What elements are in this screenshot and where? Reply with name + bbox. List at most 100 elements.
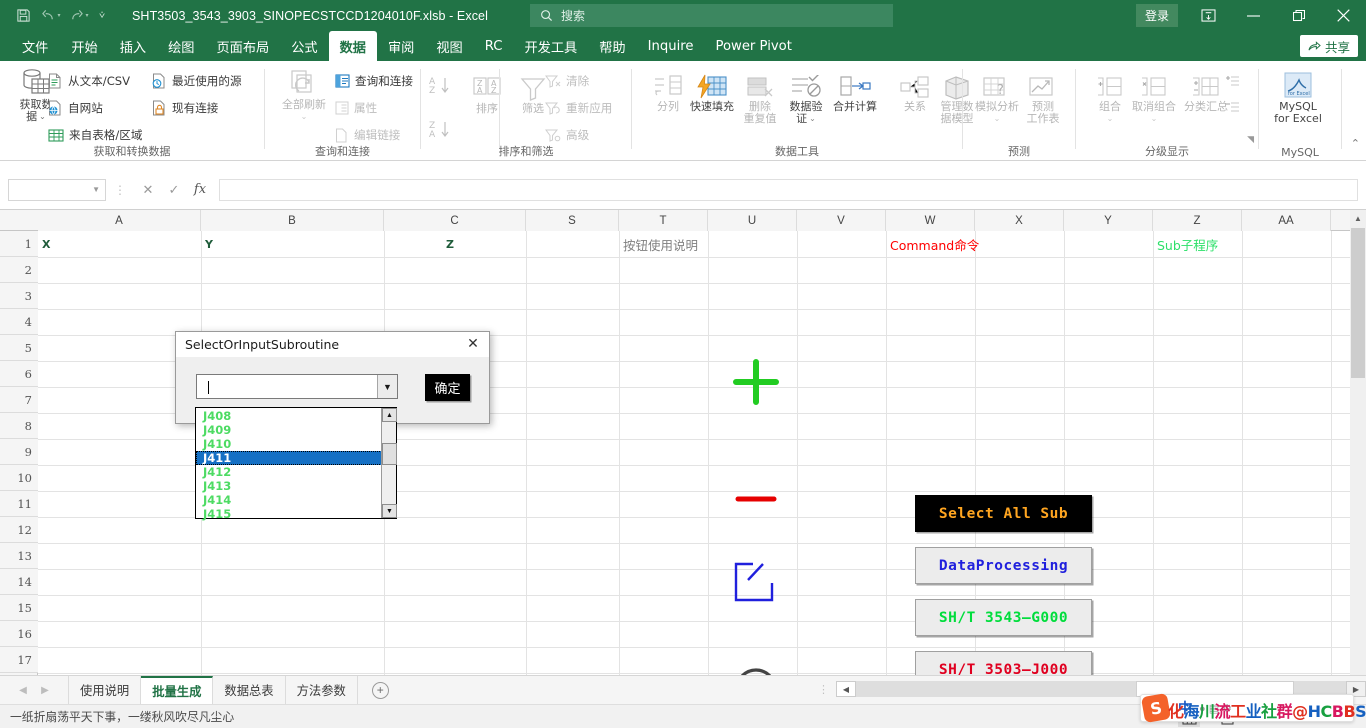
tab-draw[interactable]: 绘图 xyxy=(157,33,205,60)
minimize-icon[interactable] xyxy=(1231,0,1276,31)
dropdown-item-J410[interactable]: J410 xyxy=(196,437,382,451)
sht-3543-g000-button[interactable]: SH/T 3543—G000 xyxy=(915,599,1092,636)
column-header-Y[interactable]: Y xyxy=(1064,210,1153,231)
subroutine-combobox[interactable]: ▼ xyxy=(196,374,398,399)
dropdown-item-J414[interactable]: J414 xyxy=(196,493,382,507)
tab-review[interactable]: 审阅 xyxy=(377,33,425,60)
tab-data[interactable]: 数据 xyxy=(328,31,377,61)
undo-icon[interactable]: ▾ xyxy=(38,4,64,28)
cell-A1[interactable]: X xyxy=(42,231,50,257)
from-web-button[interactable]: 自网站 xyxy=(48,100,103,116)
save-icon[interactable] xyxy=(10,4,36,28)
select-all-sub-button[interactable]: Select All Sub xyxy=(915,495,1092,532)
column-header-S[interactable]: S xyxy=(526,210,619,231)
clear-filter-button[interactable]: 清除 xyxy=(545,73,589,89)
tab-view[interactable]: 视图 xyxy=(425,33,473,60)
vertical-scroll-thumb[interactable] xyxy=(1351,228,1365,378)
cell-Z1[interactable]: Sub子程序 xyxy=(1157,231,1218,257)
collapse-ribbon-button[interactable]: ⌃ xyxy=(1351,137,1360,150)
hscroll-left-button[interactable]: ◀ xyxy=(836,681,856,697)
properties-button[interactable]: 属性 xyxy=(335,100,377,116)
consolidate-button[interactable]: 合并计算 xyxy=(824,69,886,113)
customize-qat-icon[interactable]: ⩒ xyxy=(94,4,110,28)
row-header-14[interactable]: 14 xyxy=(0,569,38,595)
tab-developer[interactable]: 开发工具 xyxy=(513,33,588,60)
sort-ascending-button[interactable]: AZ xyxy=(425,65,455,97)
sheet-tab-usage[interactable]: 使用说明 xyxy=(68,675,142,705)
row-header-11[interactable]: 11 xyxy=(0,491,38,517)
recent-sources-button[interactable]: 最近使用的源 xyxy=(152,73,242,89)
cell-B1[interactable]: Y xyxy=(205,231,213,257)
row-header-15[interactable]: 15 xyxy=(0,595,38,621)
column-header-AA[interactable]: AA xyxy=(1242,210,1331,231)
sheet-prev-button[interactable]: ◀ xyxy=(14,681,32,699)
add-sheet-button[interactable]: + xyxy=(371,681,389,699)
tab-rc[interactable]: RC xyxy=(474,35,514,58)
row-header-2[interactable]: 2 xyxy=(0,257,38,283)
dropdown-scrollbar[interactable]: ▲ ▼ xyxy=(381,408,397,518)
column-header-W[interactable]: W xyxy=(886,210,975,231)
dropdown-item-J415[interactable]: J415 xyxy=(196,507,382,521)
circle-shape[interactable] xyxy=(730,663,782,675)
tab-page-layout[interactable]: 页面布局 xyxy=(206,33,281,60)
queries-connections-button[interactable]: 查询和连接 xyxy=(335,73,413,89)
dialog-close-icon[interactable]: ✕ xyxy=(465,336,481,352)
combobox-dropdown-arrow-icon[interactable]: ▼ xyxy=(377,375,397,398)
tab-power-pivot[interactable]: Power Pivot xyxy=(704,35,802,58)
cancel-edit-button[interactable]: ✕ xyxy=(135,179,161,201)
edit-links-button[interactable]: 编辑链接 xyxy=(335,127,400,143)
tab-file[interactable]: 文件 xyxy=(10,33,60,60)
scroll-up-button[interactable]: ▲ xyxy=(1350,210,1366,227)
column-header-X[interactable]: X xyxy=(975,210,1064,231)
column-header-Z[interactable]: Z xyxy=(1153,210,1242,231)
row-header-12[interactable]: 12 xyxy=(0,517,38,543)
insert-function-button[interactable]: fx xyxy=(187,179,213,201)
mysql-for-excel-button[interactable]: for Excel MySQL for Excel xyxy=(1270,69,1326,125)
row-header-9[interactable]: 9 xyxy=(0,439,38,465)
confirm-edit-button[interactable]: ✓ xyxy=(161,179,187,201)
row-header-3[interactable]: 3 xyxy=(0,283,38,309)
close-icon[interactable] xyxy=(1321,0,1366,31)
dropdown-item-J412[interactable]: J412 xyxy=(196,465,382,479)
row-header-13[interactable]: 13 xyxy=(0,543,38,569)
advanced-filter-button[interactable]: 高级 xyxy=(545,127,589,143)
sheet-tab-batch-generate[interactable]: 批量生成 xyxy=(141,675,214,705)
refresh-all-button[interactable]: 全部刷新 ⌄ xyxy=(273,67,335,123)
show-detail-button[interactable] xyxy=(1226,75,1240,87)
tab-help[interactable]: 帮助 xyxy=(588,33,636,60)
column-header-C[interactable]: C xyxy=(384,210,526,231)
dropdown-item-J413[interactable]: J413 xyxy=(196,479,382,493)
dropdown-item-J411[interactable]: J411 xyxy=(196,451,382,465)
hide-detail-button[interactable] xyxy=(1226,101,1240,113)
share-button[interactable]: 共享 xyxy=(1299,35,1358,57)
dropdown-scroll-up-button[interactable]: ▲ xyxy=(382,408,397,422)
dropdown-item-J409[interactable]: J409 xyxy=(196,423,382,437)
sheet-tab-method-params[interactable]: 方法参数 xyxy=(286,675,358,705)
dropdown-scroll-thumb[interactable] xyxy=(382,443,397,465)
dropdown-item-J408[interactable]: J408 xyxy=(196,409,382,423)
dialog-ok-button[interactable]: 确定 xyxy=(425,374,470,401)
tab-insert[interactable]: 插入 xyxy=(109,33,157,60)
scrollbar-grip[interactable]: ⋮ xyxy=(818,683,830,696)
tab-inquire[interactable]: Inquire xyxy=(637,35,705,58)
formula-bar-grip[interactable]: ⋮ xyxy=(114,183,127,197)
edit-square-shape[interactable] xyxy=(729,556,781,608)
row-header-1[interactable]: 1 xyxy=(0,231,38,257)
login-button[interactable]: 登录 xyxy=(1135,4,1178,27)
sheet-next-button[interactable]: ▶ xyxy=(36,681,54,699)
column-header-T[interactable]: T xyxy=(619,210,708,231)
redo-icon[interactable]: ▾ xyxy=(66,4,92,28)
subroutine-dropdown-list[interactable]: J415 J414 J413 J412 J411 J410 J409 J408 ▲ ▼ xyxy=(195,407,397,521)
ungroup-button[interactable]: 取消组合 ⌄ xyxy=(1126,69,1182,125)
tab-home[interactable]: 开始 xyxy=(60,33,108,60)
dropdown-scroll-down-button[interactable]: ▼ xyxy=(382,504,397,518)
sort-descending-button[interactable]: ZA xyxy=(425,109,455,141)
forecast-sheet-button[interactable]: 预测 工作表 xyxy=(1015,69,1071,125)
row-header-7[interactable]: 7 xyxy=(0,387,38,413)
from-table-range-button[interactable]: 来自表格/区域 xyxy=(48,127,142,143)
column-header-U[interactable]: U xyxy=(708,210,797,231)
vertical-scrollbar[interactable]: ▲ xyxy=(1350,210,1366,675)
name-box[interactable]: ▼ xyxy=(8,178,106,201)
reapply-filter-button[interactable]: 重新应用 xyxy=(545,100,612,116)
existing-connections-button[interactable]: 现有连接 xyxy=(152,100,218,116)
